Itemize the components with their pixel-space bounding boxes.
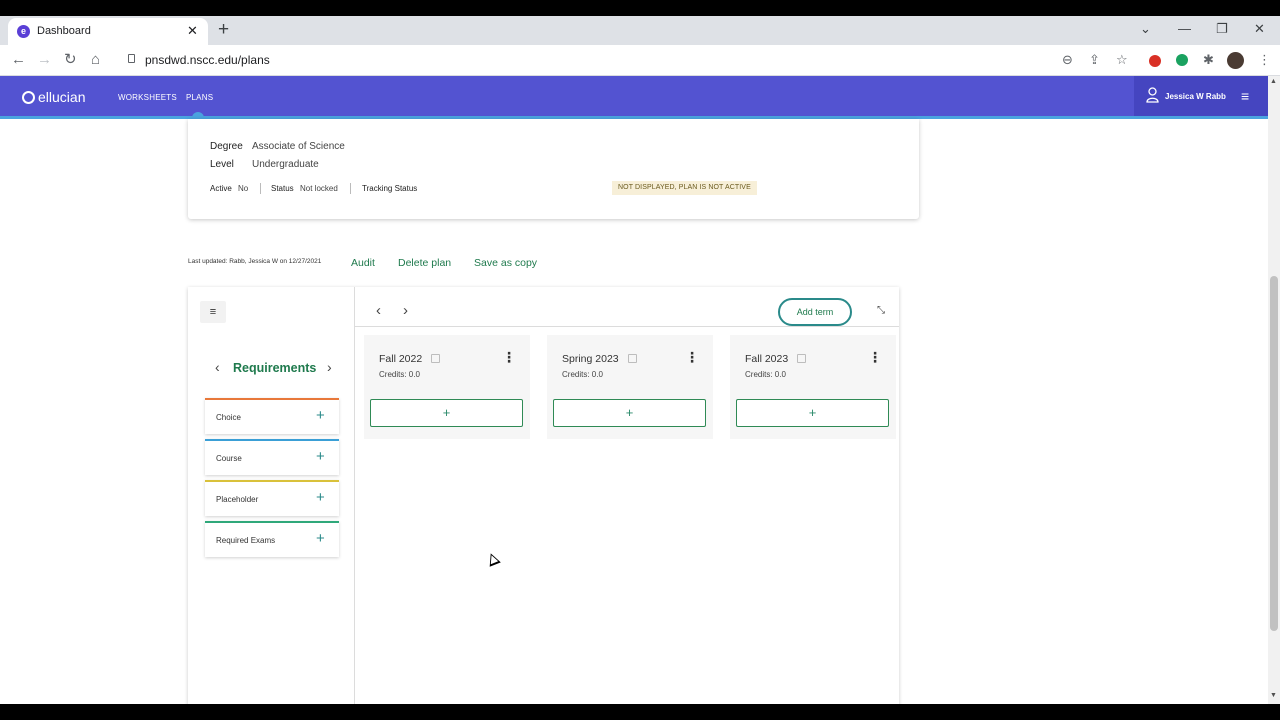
extension-record-icon[interactable] bbox=[1149, 55, 1161, 67]
requirements-prev-icon[interactable]: ‹ bbox=[215, 359, 220, 375]
add-course-to-term-button[interactable]: + bbox=[553, 399, 706, 427]
requirement-label: Required Exams bbox=[216, 536, 276, 545]
divider bbox=[355, 326, 899, 327]
tab-close-icon[interactable]: ✕ bbox=[187, 23, 198, 39]
nav-plans[interactable]: PLANS bbox=[186, 93, 213, 102]
note-icon[interactable] bbox=[797, 354, 806, 363]
scroll-up-icon[interactable]: ▲ bbox=[1270, 78, 1277, 85]
browser-menu-icon[interactable]: ⋮ bbox=[1258, 51, 1271, 69]
requirement-required-exams[interactable]: Required Exams + bbox=[205, 521, 339, 557]
plan-info-card: Degree Associate of Science Level Underg… bbox=[188, 119, 919, 219]
save-as-copy-link[interactable]: Save as copy bbox=[474, 257, 537, 269]
level-value: Undergraduate bbox=[252, 159, 319, 170]
requirement-choice[interactable]: Choice + bbox=[205, 398, 339, 434]
scroll-thumb[interactable] bbox=[1270, 276, 1278, 631]
lock-icon bbox=[128, 54, 135, 63]
address-bar[interactable]: pnsdwd.nscc.edu/plans bbox=[118, 49, 1118, 72]
requirements-title: Requirements bbox=[233, 361, 317, 375]
term-column-spring-2023: Spring 2023 Credits: 0.0 ⋮ + bbox=[547, 335, 713, 439]
reload-icon[interactable]: ↻ bbox=[64, 51, 77, 69]
requirement-label: Course bbox=[216, 454, 242, 463]
add-course-to-term-button[interactable]: + bbox=[736, 399, 889, 427]
tab-title: Dashboard bbox=[37, 25, 91, 37]
page-content: Degree Associate of Science Level Underg… bbox=[0, 119, 1268, 704]
app-header: ellucian WORKSHEETS PLANS Jessica W Rabb… bbox=[0, 76, 1268, 124]
term-menu-icon[interactable]: ⋮ bbox=[685, 349, 699, 365]
requirement-label: Placeholder bbox=[216, 495, 259, 504]
expand-icon[interactable]: ⤡ bbox=[877, 306, 885, 316]
app-logo[interactable]: ellucian bbox=[38, 89, 85, 105]
term-column-fall-2022: Fall 2022 Credits: 0.0 ⋮ + bbox=[364, 335, 530, 439]
active-value: No bbox=[238, 184, 249, 193]
extensions-puzzle-icon[interactable]: ✱ bbox=[1203, 51, 1214, 69]
audit-link[interactable]: Audit bbox=[351, 257, 375, 269]
term-menu-icon[interactable]: ⋮ bbox=[502, 349, 516, 365]
degree-label: Degree bbox=[210, 141, 243, 152]
plan-board: ≡ ‹ Requirements › Choice + Course + Pla… bbox=[188, 287, 899, 704]
term-column-fall-2023: Fall 2023 Credits: 0.0 ⋮ + bbox=[730, 335, 896, 439]
level-label: Level bbox=[210, 159, 234, 170]
requirements-panel: ≡ ‹ Requirements › Choice + Course + Pla… bbox=[188, 287, 355, 704]
page-scrollbar[interactable]: ▲ ▼ bbox=[1268, 76, 1280, 704]
term-name: Fall 2022 bbox=[379, 353, 423, 365]
term-name: Spring 2023 bbox=[562, 353, 619, 365]
status-value: Not locked bbox=[300, 184, 338, 193]
user-icon bbox=[1146, 87, 1159, 103]
add-course-to-term-button[interactable]: + bbox=[370, 399, 523, 427]
note-icon[interactable] bbox=[628, 354, 637, 363]
back-icon[interactable]: ← bbox=[11, 51, 26, 69]
add-required-exams-icon[interactable]: + bbox=[316, 531, 325, 547]
status-label: Status bbox=[271, 184, 294, 193]
scroll-down-icon[interactable]: ▼ bbox=[1270, 692, 1277, 699]
add-placeholder-icon[interactable]: + bbox=[316, 490, 325, 506]
term-name: Fall 2023 bbox=[745, 353, 789, 365]
degree-value: Associate of Science bbox=[252, 141, 345, 152]
browser-toolbar: ← → ↻ ⌂ pnsdwd.nscc.edu/plans ⊖ ⇪ ☆ ✱ ⋮ bbox=[0, 45, 1280, 76]
requirements-next-icon[interactable]: › bbox=[327, 359, 332, 375]
active-label: Active bbox=[210, 184, 232, 193]
tracking-status-label: Tracking Status bbox=[362, 184, 418, 193]
zoom-icon[interactable]: ⊖ bbox=[1062, 51, 1073, 69]
window-close-icon[interactable]: ✕ bbox=[1254, 21, 1265, 37]
new-tab-icon[interactable]: + bbox=[218, 20, 229, 40]
tab-strip: e Dashboard ✕ + ⌄ — ❐ ✕ bbox=[0, 16, 1280, 45]
user-name: Jessica W Rabb bbox=[1165, 92, 1226, 101]
url-text: pnsdwd.nscc.edu/plans bbox=[145, 53, 270, 67]
terms-next-icon[interactable]: › bbox=[403, 303, 408, 319]
term-menu-icon[interactable]: ⋮ bbox=[868, 349, 882, 365]
tab-search-icon[interactable]: ⌄ bbox=[1140, 21, 1151, 37]
hamburger-menu-icon[interactable]: ≡ bbox=[1241, 89, 1249, 103]
requirement-label: Choice bbox=[216, 413, 241, 422]
term-credits: Credits: 0.0 bbox=[379, 370, 420, 379]
note-icon[interactable] bbox=[431, 354, 440, 363]
last-updated-text: Last updated: Rabb, Jessica W on 12/27/2… bbox=[188, 258, 322, 265]
add-term-button[interactable]: Add term bbox=[778, 298, 852, 326]
divider bbox=[350, 183, 351, 194]
requirements-toggle-icon[interactable]: ≡ bbox=[200, 301, 226, 323]
tracking-status-badge: NOT DISPLAYED, PLAN IS NOT ACTIVE bbox=[612, 181, 757, 195]
add-choice-icon[interactable]: + bbox=[316, 408, 325, 424]
nav-worksheets[interactable]: WORKSHEETS bbox=[118, 93, 177, 102]
profile-avatar[interactable] bbox=[1227, 52, 1244, 69]
delete-plan-link[interactable]: Delete plan bbox=[398, 257, 451, 269]
ellucian-logo-icon bbox=[22, 91, 35, 104]
requirement-placeholder[interactable]: Placeholder + bbox=[205, 480, 339, 516]
divider bbox=[260, 183, 261, 194]
restore-icon[interactable]: ❐ bbox=[1216, 21, 1228, 37]
add-course-icon[interactable]: + bbox=[316, 449, 325, 465]
minimize-icon[interactable]: — bbox=[1178, 21, 1191, 37]
term-credits: Credits: 0.0 bbox=[562, 370, 603, 379]
extension-green-icon[interactable] bbox=[1176, 54, 1188, 66]
browser-window: e Dashboard ✕ + ⌄ — ❐ ✕ ← → ↻ ⌂ pnsdwd.n… bbox=[0, 16, 1280, 704]
tab-dashboard[interactable]: e Dashboard ✕ bbox=[8, 18, 208, 45]
bookmark-star-icon[interactable]: ☆ bbox=[1116, 51, 1128, 69]
ellucian-favicon-icon: e bbox=[17, 25, 30, 38]
terms-prev-icon[interactable]: ‹ bbox=[376, 303, 381, 319]
requirement-course[interactable]: Course + bbox=[205, 439, 339, 475]
forward-icon[interactable]: → bbox=[37, 51, 52, 69]
home-icon[interactable]: ⌂ bbox=[91, 51, 100, 69]
term-credits: Credits: 0.0 bbox=[745, 370, 786, 379]
share-icon[interactable]: ⇪ bbox=[1089, 51, 1100, 69]
